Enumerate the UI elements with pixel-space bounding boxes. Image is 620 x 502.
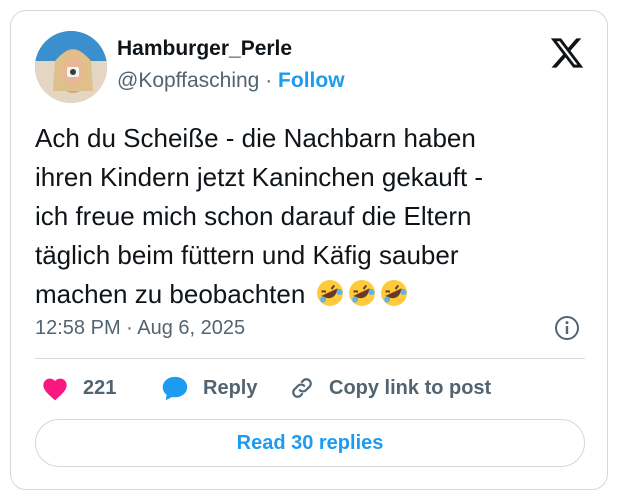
post-text-line: ihren Kindern jetzt Kaninchen gekauft - — [35, 162, 484, 192]
heart-icon — [41, 375, 83, 401]
read-replies-button[interactable]: Read 30 replies — [35, 419, 585, 467]
post-text-line: täglich beim füttern und Käfig sauber — [35, 240, 459, 270]
follow-button[interactable]: Follow — [278, 69, 345, 92]
info-icon[interactable] — [554, 315, 580, 341]
like-button[interactable]: 221 — [41, 375, 116, 401]
divider — [35, 358, 585, 359]
display-name[interactable]: Hamburger_Perle — [117, 37, 292, 61]
user-handle[interactable]: @Kopffasching — [117, 69, 259, 92]
reply-button[interactable]: Reply — [161, 375, 257, 401]
post-text-line: Ach du Scheiße - die Nachbarn haben — [35, 123, 476, 153]
x-logo-icon[interactable] — [549, 35, 585, 71]
post-text-line-last: machen zu beobachten — [35, 275, 595, 314]
post-text-line: ich freue mich schon darauf die Eltern — [35, 201, 472, 231]
rolling-on-floor-laughing-emoji-icon — [347, 278, 377, 308]
copy-link-button[interactable]: Copy link to post — [289, 375, 491, 401]
separator-dot: · — [265, 69, 273, 92]
handle-row: @Kopffasching · Follow — [117, 69, 345, 93]
reply-bubble-icon — [161, 375, 203, 401]
rolling-on-floor-laughing-emoji-icon — [315, 278, 345, 308]
rolling-on-floor-laughing-emoji-icon — [379, 278, 409, 308]
embedded-post-card: Hamburger_Perle @Kopffasching · Follow A… — [10, 10, 608, 490]
post-text: Ach du Scheiße - die Nachbarn haben ihre… — [35, 119, 595, 314]
reply-label: Reply — [203, 376, 258, 399]
link-icon — [289, 375, 329, 401]
post-timestamp[interactable]: 12:58 PM · Aug 6, 2025 — [35, 317, 245, 340]
post-text-line: machen zu beobachten — [35, 279, 306, 309]
avatar[interactable] — [35, 31, 107, 103]
copy-link-label: Copy link to post — [329, 376, 492, 399]
read-replies-label: Read 30 replies — [236, 431, 384, 454]
likes-count: 221 — [83, 376, 117, 399]
